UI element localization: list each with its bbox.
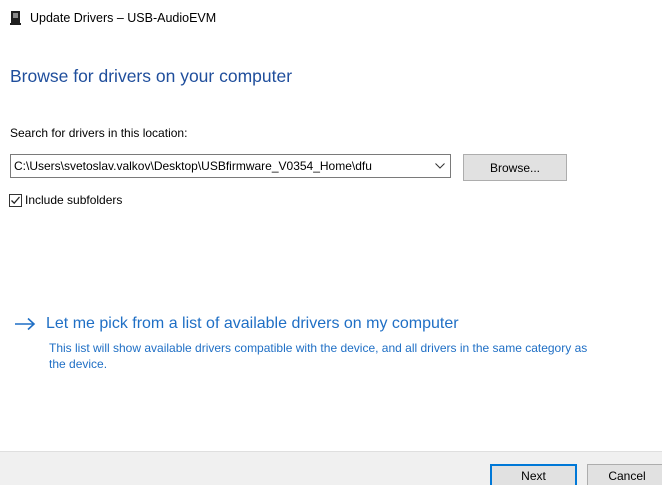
page-heading: Browse for drivers on your computer: [10, 66, 293, 86]
cancel-button[interactable]: Cancel: [587, 464, 662, 485]
checkmark-icon: [11, 196, 20, 204]
include-subfolders-label[interactable]: Include subfolders: [25, 193, 122, 207]
pick-from-list-description[interactable]: This list will show available drivers co…: [49, 340, 589, 372]
window-title: Update Drivers – USB-AudioEVM: [30, 11, 217, 25]
next-button[interactable]: Next: [490, 464, 577, 485]
title-bar: Update Drivers – USB-AudioEVM: [10, 9, 216, 27]
driver-path-combobox[interactable]: C:\Users\svetoslav.valkov\Desktop\USBfir…: [10, 154, 451, 178]
arrow-right-icon: [14, 317, 36, 331]
chevron-down-icon[interactable]: [430, 155, 450, 177]
pick-from-list-title[interactable]: Let me pick from a list of available dri…: [46, 315, 459, 333]
include-subfolders-checkbox-row[interactable]: Include subfolders: [9, 192, 122, 208]
location-label: Search for drivers in this location:: [10, 126, 188, 140]
include-subfolders-checkbox[interactable]: [9, 193, 22, 207]
pick-from-list-link[interactable]: Let me pick from a list of available dri…: [14, 315, 459, 333]
browse-button[interactable]: Browse...: [463, 154, 567, 181]
driver-path-input[interactable]: C:\Users\svetoslav.valkov\Desktop\USBfir…: [11, 159, 430, 173]
device-manager-icon: [10, 11, 22, 25]
update-drivers-window: Update Drivers – USB-AudioEVM Browse for…: [0, 0, 662, 485]
dialog-footer: Next Cancel: [0, 451, 662, 485]
